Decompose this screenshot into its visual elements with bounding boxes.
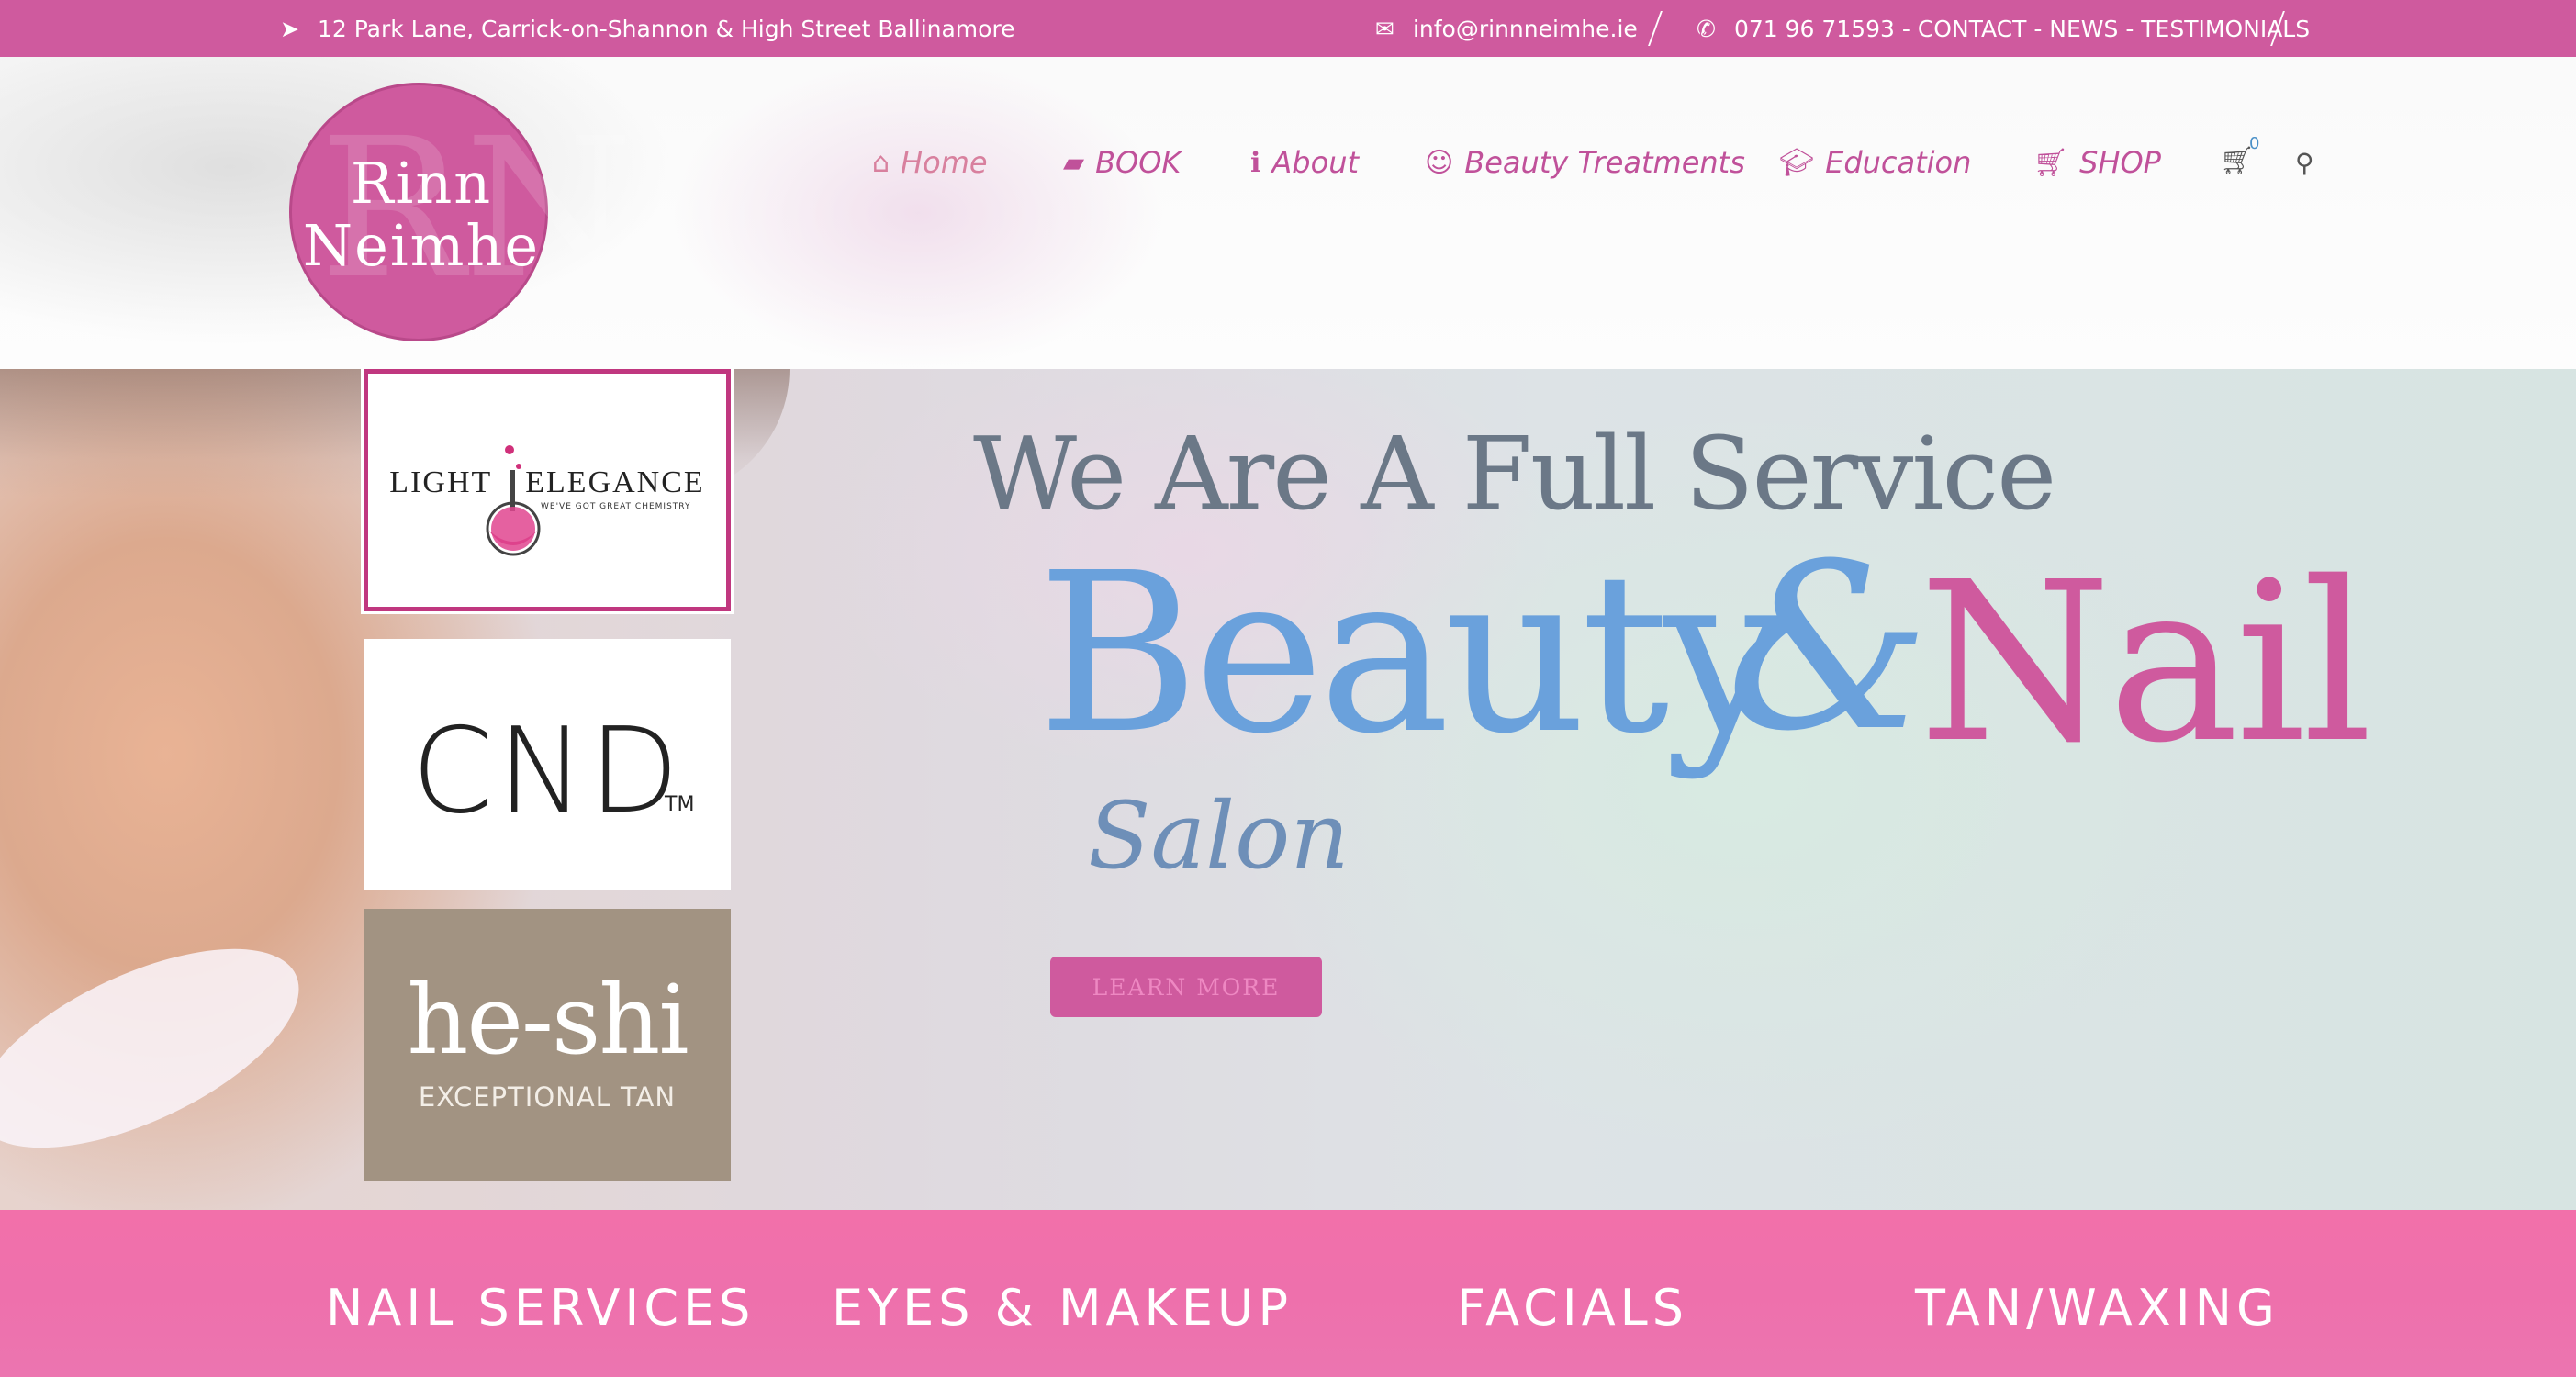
nav-home-label: Home bbox=[901, 145, 988, 180]
top-bar: ➤ 12 Park Lane, Carrick-on-Shannon & Hig… bbox=[0, 0, 2576, 57]
cnd-logo-text: CND bbox=[411, 703, 683, 840]
nav-beauty-treatments[interactable]: ☺ Beauty Treatments bbox=[1425, 140, 1745, 185]
light-elegance-name-right: ELEGANCE bbox=[525, 465, 705, 499]
nav-education-label: Education bbox=[1825, 145, 1972, 180]
service-tan-waxing[interactable]: TAN/WAXING bbox=[1915, 1279, 2279, 1337]
he-shi-tagline: EXCEPTIONAL TAN bbox=[418, 1081, 677, 1113]
hero-salon-word: Salon bbox=[1088, 782, 1350, 890]
hero-beauty-word: Beauty bbox=[1037, 525, 1788, 782]
smile-icon: ☺ bbox=[1425, 146, 1454, 179]
logo-line-2: Neimhe bbox=[302, 212, 541, 279]
home-icon: ⌂ bbox=[872, 146, 890, 179]
divider bbox=[1648, 11, 1663, 46]
nav-about-label: About bbox=[1271, 145, 1360, 180]
search-icon[interactable]: ⚲ bbox=[2295, 148, 2314, 178]
logo-line-1: Rinn bbox=[350, 150, 493, 217]
graduation-cap-icon: 🎓︎ bbox=[1779, 146, 1815, 179]
nav-shop[interactable]: 🛒︎ SHOP bbox=[2033, 140, 2161, 185]
nav-shop-label: SHOP bbox=[2079, 145, 2161, 180]
site-header: RN Rinn Neimhe ⌂ Home ▰ BOOK ℹ About ☺ B… bbox=[0, 57, 2576, 369]
light-elegance-name-left: LIGHT bbox=[389, 465, 493, 499]
hero-background-flower bbox=[0, 908, 328, 1189]
info-icon: ℹ bbox=[1250, 146, 1261, 179]
hero-ampersand: & bbox=[1726, 514, 1931, 781]
cart-count: 0 bbox=[2249, 134, 2260, 153]
service-facials[interactable]: FACIALS bbox=[1457, 1279, 1688, 1337]
phone-icon: ✆ bbox=[1697, 15, 1716, 42]
phone-links-text[interactable]: 071 96 71593 - CONTACT - NEWS - TESTIMON… bbox=[1734, 16, 2310, 42]
phone-links[interactable]: ✆ 071 96 71593 - CONTACT - NEWS - TESTIM… bbox=[1697, 0, 2310, 57]
email-link[interactable]: ✉ info@rinnneimhe.ie bbox=[1375, 0, 1638, 57]
nav-education[interactable]: 🎓︎ Education bbox=[1779, 140, 1971, 185]
site-logo[interactable]: RN Rinn Neimhe bbox=[289, 83, 633, 341]
nav-home[interactable]: ⌂ Home bbox=[872, 140, 988, 185]
light-elegance-name: LIGHT ELEGANCE bbox=[368, 465, 726, 500]
brand-light-elegance[interactable]: LIGHT ELEGANCE WE'VE GOT GREAT CHEMISTRY bbox=[364, 369, 731, 611]
nav-book[interactable]: ▰ BOOK bbox=[1063, 140, 1181, 185]
hero-banner: LIGHT ELEGANCE WE'VE GOT GREAT CHEMISTRY … bbox=[0, 369, 2576, 1210]
cart-icon: 🛒︎ bbox=[2033, 146, 2069, 179]
brand-cnd[interactable]: CND TM bbox=[364, 639, 731, 890]
email-text[interactable]: info@rinnneimhe.ie bbox=[1413, 16, 1638, 42]
envelope-icon: ✉ bbox=[1375, 15, 1394, 42]
services-bar: NAIL SERVICES EYES & MAKEUP FACIALS TAN/… bbox=[0, 1210, 2576, 1377]
cnd-trademark: TM bbox=[665, 793, 695, 816]
nav-about[interactable]: ℹ About bbox=[1250, 140, 1359, 185]
nav-book-label: BOOK bbox=[1095, 145, 1182, 180]
hero-nail-word: Nail bbox=[1919, 534, 2373, 791]
service-eyes-makeup[interactable]: EYES & MAKEUP bbox=[832, 1279, 1293, 1337]
address-text: 12 Park Lane, Carrick-on-Shannon & High … bbox=[317, 15, 1015, 42]
address-item: ➤ 12 Park Lane, Carrick-on-Shannon & Hig… bbox=[280, 0, 1015, 57]
location-arrow-icon: ➤ bbox=[280, 15, 299, 42]
nav-beauty-treatments-label: Beauty Treatments bbox=[1464, 145, 1745, 180]
light-elegance-tagline: WE'VE GOT GREAT CHEMISTRY bbox=[541, 502, 691, 511]
brand-he-shi[interactable]: he-shi EXCEPTIONAL TAN bbox=[364, 909, 731, 1181]
service-nail-services[interactable]: NAIL SERVICES bbox=[326, 1279, 755, 1337]
he-shi-logo-text: he-shi bbox=[407, 964, 689, 1076]
book-icon: ▰ bbox=[1063, 146, 1085, 179]
learn-more-button[interactable]: LEARN MORE bbox=[1050, 957, 1322, 1017]
